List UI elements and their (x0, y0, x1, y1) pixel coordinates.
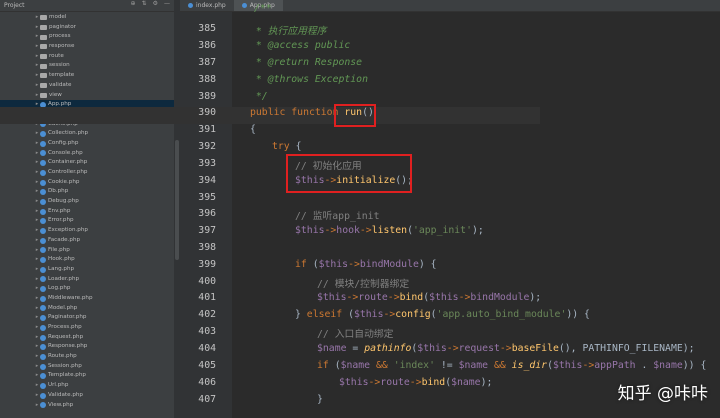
code-comment: // 模块/控制器绑定 (317, 279, 410, 290)
line-number: 400 (198, 276, 216, 287)
line-number: 391 (198, 124, 216, 135)
code-line: 407 } (0, 394, 540, 411)
line-number: 398 (198, 242, 216, 253)
line-number: 388 (198, 74, 216, 85)
line-number: 405 (198, 360, 216, 371)
line-number: 385 (198, 23, 216, 34)
code-line: 398 (0, 242, 540, 259)
code-text: $this->route->bind($this->bindModule); (317, 292, 542, 303)
code-line: 405 if ($name && 'index' != $name && is_… (0, 360, 706, 377)
code-line: 397 $this->hook->listen('app_init'); (0, 225, 540, 242)
code-line: 393 // 初始化应用 (0, 158, 540, 175)
code-text: try { (272, 141, 302, 152)
code-line: 402 } elseif ($this->config('app.auto_bi… (0, 309, 590, 326)
highlight-box-initialize (286, 154, 412, 193)
line-number: 401 (198, 292, 216, 303)
code-line: 385 * 执行应用程序 (0, 23, 540, 40)
code-line-current: 390 public function run() (0, 107, 540, 124)
code-line: 396 // 监听app_init (0, 208, 540, 225)
code-comment: // 入口自动绑定 (317, 329, 394, 340)
code-line: 387 * @return Response (0, 57, 540, 74)
doc-comment: * 执行应用程序 (250, 26, 327, 37)
line-number: 407 (198, 394, 216, 405)
code-comment: // 监听app_init (295, 211, 380, 222)
code-line: 386 * @access public (0, 40, 540, 57)
code-line: 389 */ (0, 91, 540, 108)
line-number: 392 (198, 141, 216, 152)
code-text: if ($this->bindModule) { (295, 259, 437, 270)
line-number: 393 (198, 158, 216, 169)
line-number: 404 (198, 343, 216, 354)
code-line: 392 try { (0, 141, 540, 158)
code-text: $name = pathinfo($this->request->baseFil… (317, 343, 695, 354)
doc-comment: * @return Response (250, 57, 363, 68)
code-line: 403 // 入口自动绑定 (0, 326, 540, 343)
doc-comment: * @access public (250, 40, 351, 51)
line-number: 390 (198, 107, 216, 118)
code-text: } (317, 394, 323, 405)
line-number: 396 (198, 208, 216, 219)
code-line: 388 * @throws Exception (0, 74, 540, 91)
line-number: 403 (198, 326, 216, 337)
line-number: 399 (198, 259, 216, 270)
line-number: 397 (198, 225, 216, 236)
code-text: { (250, 124, 256, 135)
code-line: 394 $this->initialize(); (0, 175, 540, 192)
code-line: 391 { (0, 124, 540, 141)
code-line: 399 if ($this->bindModule) { (0, 259, 540, 276)
code-text: $this->route->bind($name); (339, 377, 493, 388)
line-number: 406 (198, 377, 216, 388)
line-number: 386 (198, 40, 216, 51)
code-line: /** (0, 3, 540, 20)
code-line: 406 $this->route->bind($name); (0, 377, 540, 394)
code-line: 404 $name = pathinfo($this->request->bas… (0, 343, 694, 360)
watermark: 知乎 @咔咔 (617, 384, 708, 404)
code-line: 400 // 模块/控制器绑定 (0, 276, 540, 293)
doc-comment: /** (254, 3, 272, 14)
line-number: 395 (198, 192, 216, 203)
doc-comment: */ (250, 91, 268, 102)
highlight-box-run (334, 104, 376, 127)
code-text: if ($name && 'index' != $name && is_dir(… (317, 360, 707, 371)
doc-comment: * @throws Exception (250, 74, 368, 85)
line-number: 402 (198, 309, 216, 320)
code-text: } elseif ($this->config('app.auto_bind_m… (295, 309, 590, 320)
line-number: 394 (198, 175, 216, 186)
line-number: 387 (198, 57, 216, 68)
code-line: 401 $this->route->bind($this->bindModule… (0, 292, 542, 309)
line-number: 389 (198, 91, 216, 102)
code-line: 395 (0, 192, 540, 209)
code-text: $this->hook->listen('app_init'); (295, 225, 484, 236)
